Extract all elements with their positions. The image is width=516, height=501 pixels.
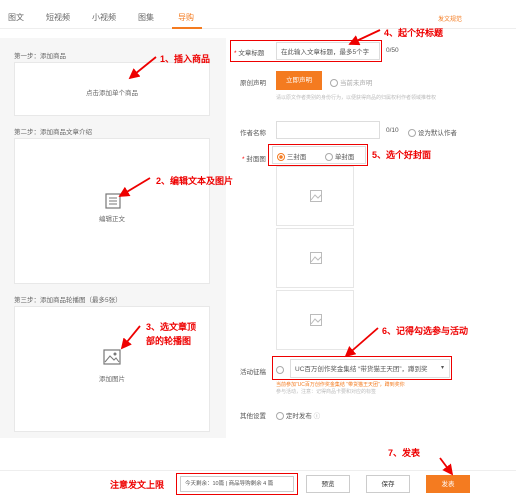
annotation-arrows: [118, 29, 454, 476]
annotation-carousel-line1: 3、选文章顶: [146, 322, 197, 332]
annotation-join-activity: 6、记得勾选参与活动: [382, 326, 469, 336]
annotation-publish: 7、发表: [388, 448, 421, 458]
annotation-carousel-line2: 部的轮播图: [146, 336, 192, 346]
annotation-edit-text: 2、编辑文本及图片: [156, 176, 234, 186]
annotation-good-cover: 5、选个好封面: [372, 150, 432, 160]
annotation-publish-limit: 注意发文上限: [110, 480, 165, 490]
annotation-good-title: 4、起个好标题: [384, 28, 444, 38]
annotation-insert-product: 1、插入商品: [160, 54, 211, 64]
